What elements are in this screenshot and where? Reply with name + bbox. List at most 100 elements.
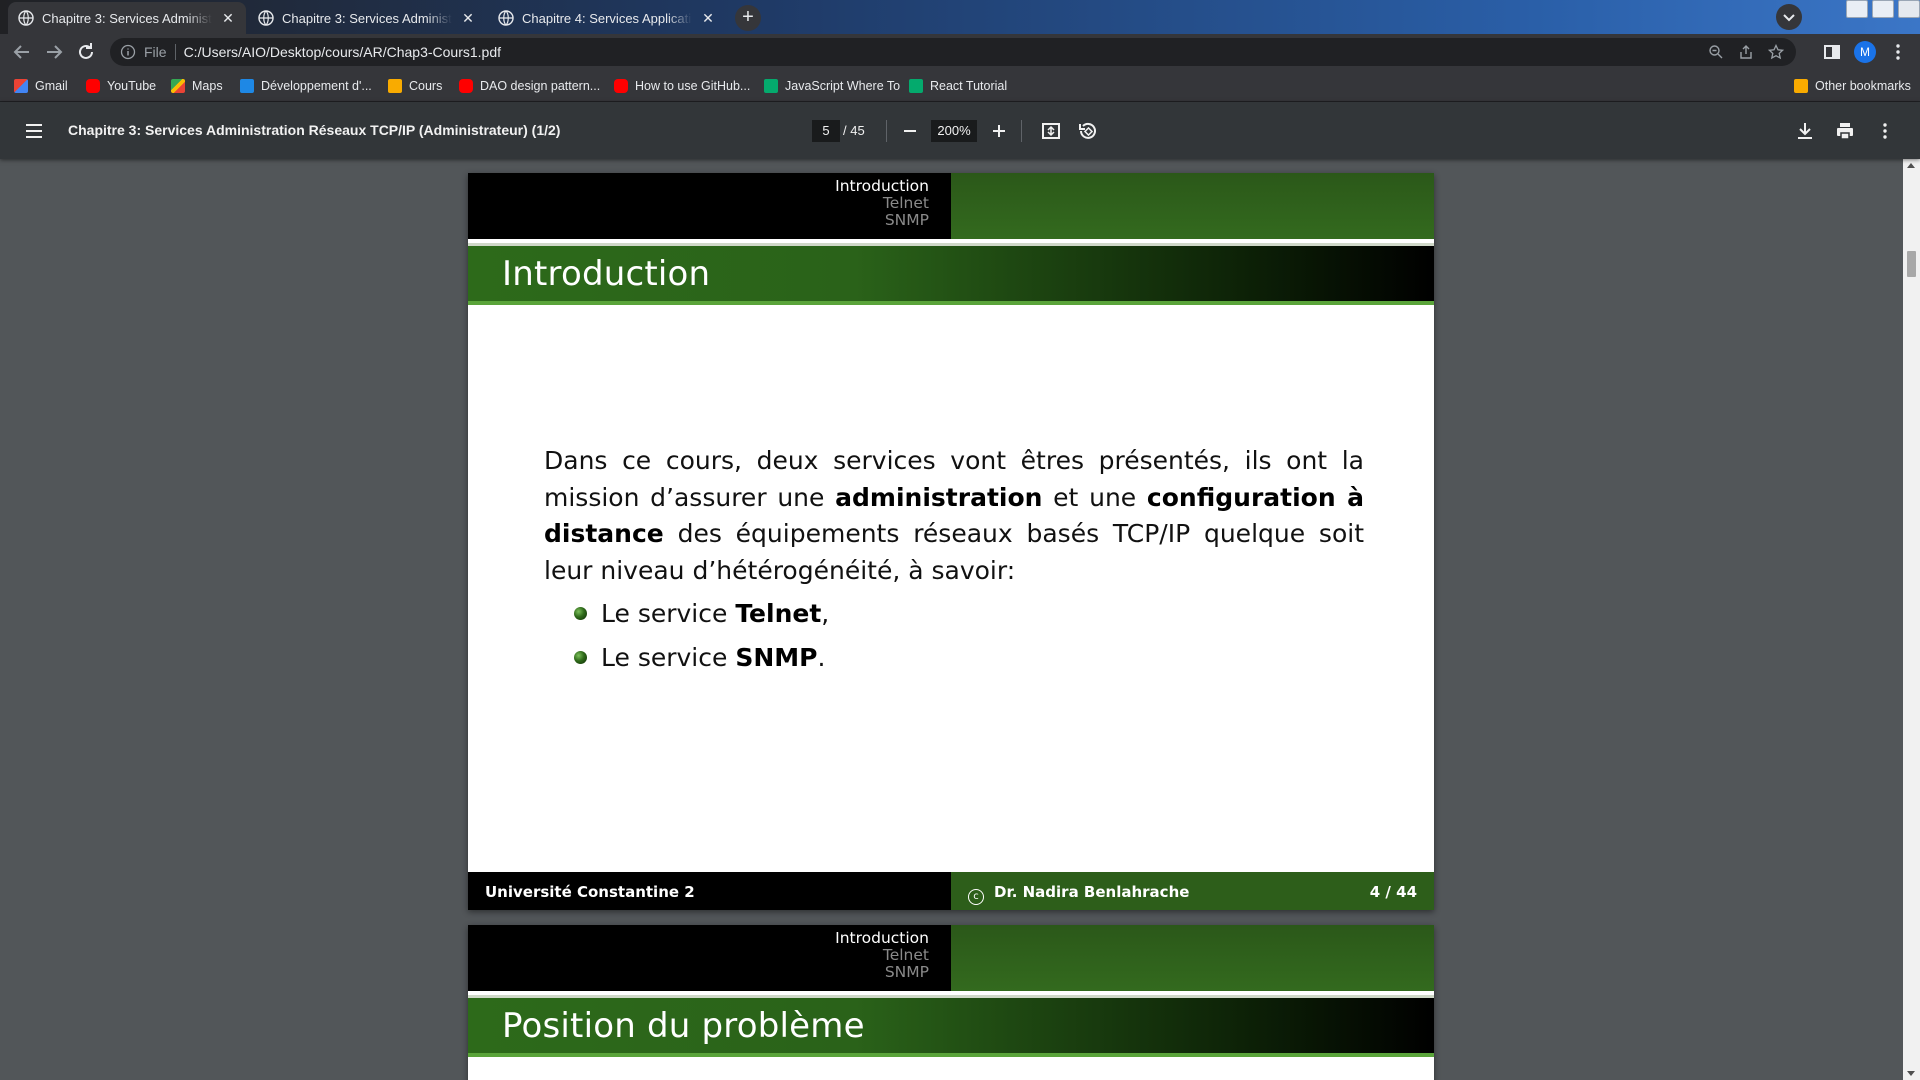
side-panel-icon[interactable] bbox=[1820, 40, 1844, 64]
emphasis-administration: administration bbox=[835, 482, 1043, 512]
kebab-menu-icon[interactable] bbox=[1886, 40, 1910, 64]
address-bar[interactable]: File C:/Users/AIO/Desktop/cours/AR/Chap3… bbox=[110, 38, 1796, 66]
minimize-button[interactable] bbox=[1846, 0, 1868, 18]
tab-strip: Chapitre 3: Services Administration Rése… bbox=[0, 0, 1920, 34]
bookmark-label: How to use GitHub... bbox=[635, 79, 751, 93]
separator bbox=[174, 44, 176, 60]
frame-title: Introduction bbox=[502, 254, 711, 294]
bookmark-cours[interactable]: Cours bbox=[388, 78, 442, 94]
maximize-button[interactable] bbox=[1872, 0, 1894, 18]
bookmark-github[interactable]: How to use GitHub... bbox=[614, 78, 750, 94]
url-text[interactable]: C:/Users/AIO/Desktop/cours/AR/Chap3-Cour… bbox=[184, 44, 501, 60]
forward-icon[interactable] bbox=[42, 40, 66, 64]
zoom-input[interactable]: 200% bbox=[931, 120, 977, 142]
fit-page-icon[interactable] bbox=[1039, 119, 1063, 143]
section-snmp[interactable]: SNMP bbox=[468, 964, 929, 981]
copyright-icon: c bbox=[968, 889, 984, 905]
print-icon[interactable] bbox=[1833, 119, 1857, 143]
back-icon[interactable] bbox=[10, 40, 34, 64]
globe-icon bbox=[498, 10, 514, 26]
omnibox-actions bbox=[1708, 44, 1784, 60]
document-title: Chapitre 3: Services Administration Rése… bbox=[68, 122, 561, 138]
frame-title: Position du problème bbox=[502, 1006, 865, 1046]
footer-institution: Université Constantine 2 bbox=[468, 872, 951, 910]
section-list: Introduction Telnet SNMP bbox=[468, 925, 951, 991]
globe-icon bbox=[258, 10, 274, 26]
window-controls bbox=[1842, 0, 1920, 20]
bookmark-label: Cours bbox=[409, 79, 443, 93]
globe-icon bbox=[18, 10, 34, 26]
pdf-viewer[interactable]: Introduction Telnet SNMP Introduction Da… bbox=[0, 159, 1920, 1080]
scroll-down-icon[interactable] bbox=[1907, 1071, 1915, 1076]
other-bookmarks[interactable]: Other bookmarks bbox=[1794, 78, 1911, 94]
page-number-input[interactable]: 5 bbox=[812, 120, 840, 142]
bookmark-label: Développement d'... bbox=[261, 79, 372, 93]
info-icon[interactable] bbox=[120, 44, 136, 60]
reload-icon[interactable] bbox=[74, 40, 98, 64]
close-window-button[interactable] bbox=[1898, 0, 1920, 18]
section-telnet[interactable]: Telnet bbox=[468, 195, 929, 212]
section-introduction[interactable]: Introduction bbox=[468, 178, 929, 195]
share-icon[interactable] bbox=[1738, 44, 1754, 60]
browser-toolbar: File C:/Users/AIO/Desktop/cours/AR/Chap3… bbox=[0, 34, 1920, 70]
star-icon[interactable] bbox=[1768, 44, 1784, 60]
section-list: Introduction Telnet SNMP bbox=[468, 173, 951, 239]
section-telnet[interactable]: Telnet bbox=[468, 947, 929, 964]
slide-paragraph: Dans ce cours, deux services vont êtres … bbox=[544, 446, 1364, 585]
bookmark-label: Maps bbox=[192, 79, 223, 93]
maps-icon bbox=[171, 79, 185, 93]
tab-search-button[interactable] bbox=[1776, 4, 1802, 30]
scrollbar-thumb[interactable] bbox=[1907, 251, 1916, 277]
vertical-scrollbar[interactable] bbox=[1903, 159, 1920, 1080]
section-snmp[interactable]: SNMP bbox=[468, 212, 929, 229]
list-item: Le service SNMP. bbox=[574, 635, 829, 679]
more-options-icon[interactable] bbox=[1873, 119, 1897, 143]
bookmark-gmail[interactable]: Gmail bbox=[14, 78, 68, 94]
footer-author-panel: c Dr. Nadira Benlahrache 4 / 44 bbox=[951, 872, 1434, 910]
rotate-icon[interactable] bbox=[1076, 119, 1100, 143]
w3schools-icon bbox=[909, 79, 923, 93]
bookmark-label: Gmail bbox=[35, 79, 68, 93]
header-green-panel bbox=[951, 173, 1434, 239]
divider bbox=[1021, 120, 1022, 142]
folder-icon bbox=[1794, 79, 1808, 93]
list-item: Le service Telnet, bbox=[574, 591, 829, 635]
download-icon[interactable] bbox=[1793, 119, 1817, 143]
close-tab-icon[interactable]: ✕ bbox=[220, 10, 236, 26]
section-introduction[interactable]: Introduction bbox=[468, 930, 929, 947]
other-bookmarks-label: Other bookmarks bbox=[1815, 79, 1911, 93]
divider bbox=[886, 120, 887, 142]
frame-title-bar: Position du problème bbox=[468, 995, 1434, 1057]
bookmark-label: React Tutorial bbox=[930, 79, 1008, 93]
youtube-icon bbox=[614, 79, 628, 93]
menu-icon[interactable] bbox=[22, 119, 46, 143]
new-tab-button[interactable]: + bbox=[735, 5, 761, 31]
close-tab-icon[interactable]: ✕ bbox=[700, 10, 716, 26]
scroll-up-icon[interactable] bbox=[1907, 163, 1915, 168]
page-total: / 45 bbox=[843, 123, 865, 138]
frame-title-bar: Introduction bbox=[468, 243, 1434, 305]
zoom-in-icon[interactable] bbox=[987, 119, 1011, 143]
youtube-icon bbox=[86, 79, 100, 93]
bookmark-label: DAO design pattern... bbox=[480, 79, 601, 93]
w3schools-icon bbox=[764, 79, 778, 93]
bookmark-developpement[interactable]: Développement d'... bbox=[240, 78, 372, 94]
tab-chapitre3-active[interactable]: Chapitre 3: Services Administration Rése… bbox=[8, 2, 246, 34]
gmail-icon bbox=[14, 79, 28, 93]
tab-chapitre3[interactable]: Chapitre 3: Services Administration Rése… bbox=[248, 2, 486, 34]
zoom-out-icon[interactable] bbox=[898, 119, 922, 143]
youtube-icon bbox=[459, 79, 473, 93]
tab-title: Chapitre 3: Services Administration Rése… bbox=[282, 10, 452, 26]
section-navigation: Introduction Telnet SNMP bbox=[468, 925, 1434, 991]
bookmark-dao[interactable]: DAO design pattern... bbox=[459, 78, 600, 94]
bookmark-react[interactable]: React Tutorial bbox=[909, 78, 1007, 94]
profile-avatar[interactable]: M bbox=[1854, 41, 1876, 63]
bookmark-javascript[interactable]: JavaScript Where To bbox=[764, 78, 900, 94]
tab-chapitre4[interactable]: Chapitre 4: Services Applicatifs: U ✕ bbox=[488, 2, 726, 34]
pdf-page: Introduction Telnet SNMP Introduction Da… bbox=[468, 173, 1434, 910]
footer-author: Dr. Nadira Benlahrache bbox=[994, 883, 1190, 901]
bookmark-youtube[interactable]: YouTube bbox=[86, 78, 156, 94]
bookmark-maps[interactable]: Maps bbox=[171, 78, 223, 94]
zoom-icon[interactable] bbox=[1708, 44, 1724, 60]
close-tab-icon[interactable]: ✕ bbox=[460, 10, 476, 26]
